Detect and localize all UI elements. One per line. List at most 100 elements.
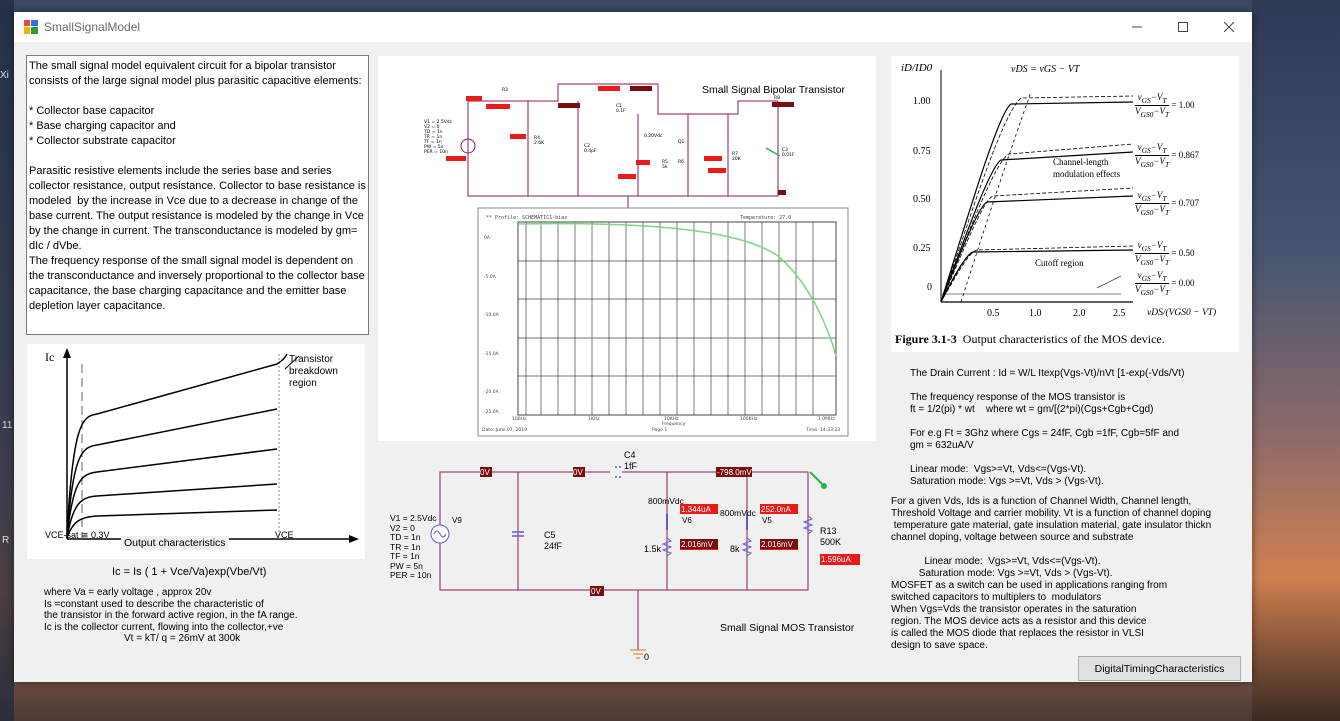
- mos-effects-label: Channel-length modulation effects: [1053, 157, 1121, 179]
- bjt-source-params: V1 = 2.5Vdc V2 = 0 TD = 1n TR = 1n TF = …: [424, 120, 453, 155]
- bjt-component-r5: R5 5k: [662, 160, 668, 170]
- minimize-button[interactable]: [1114, 12, 1160, 42]
- mos-characteristics-figure: iD/ID0 vDS = vGS − VT 1.00 0.75 0.50 0.2…: [891, 56, 1239, 352]
- mos-current-label: 252.0nA: [761, 505, 791, 514]
- desktop-right-strip: [1252, 0, 1340, 721]
- maximize-icon: [1178, 22, 1188, 32]
- mos-current-label: 1.596uA: [821, 555, 851, 564]
- mos-ground-label: 0: [644, 652, 650, 662]
- bjt-component-r4: R4 2.6K: [534, 136, 545, 146]
- mos-r-8k: 8k: [730, 544, 740, 554]
- mos-y-tick: 1.00: [913, 96, 931, 107]
- mos-x-tick: 2.0: [1073, 308, 1086, 319]
- mos-top-label: vDS = vGS − VT: [1011, 64, 1080, 75]
- bjt-y-label: Ic: [45, 350, 55, 364]
- mos-notes-3: Linear mode: Vgs>=Vt, Vds<=(Vgs-Vt). Sat…: [891, 556, 1168, 651]
- bjt-component-q1: Q1: [678, 140, 685, 145]
- mos-ratio-label: vGS−VT VGS0−VT = 0.00: [1135, 270, 1195, 297]
- main-content: The small signal model equivalent circui…: [14, 42, 1252, 682]
- mos-caption-text: Output characteristics of the MOS device…: [962, 332, 1165, 346]
- sim-y-tick: 0A: [484, 236, 490, 241]
- sim-y-tick: -5.0A: [484, 274, 496, 280]
- sim-footer-page: Page 1: [652, 428, 668, 433]
- mos-y-tick: 0.25: [913, 243, 931, 254]
- sim-footer-time: Time: 14:33:23: [806, 428, 841, 433]
- sim-x-tick: 1.0MHz: [818, 417, 835, 422]
- mos-x-tick: 2.5: [1113, 308, 1126, 319]
- svg-text:Temperature: 27.0: Temperature: 27.0: [740, 215, 791, 221]
- bjt-x-label: VCE: [275, 530, 294, 540]
- bjt-note-line: Ic is the collector current, flowing int…: [44, 621, 284, 633]
- mos-y-tick: 0.50: [913, 194, 931, 205]
- mos-v9-label: V9: [452, 516, 462, 525]
- sim-y-ticks: 0A -5.0A -10.0A -15.0A -20.0A: [484, 220, 499, 413]
- bjt-equation: Ic = Is ( 1 + Vce/Va)exp(Vbe/Vt): [112, 566, 267, 578]
- mos-circuit: 0V 0V -798.0mV 0V 1.344uA 252.0nA 1.596u…: [390, 450, 880, 676]
- minimize-icon: [1132, 26, 1142, 28]
- mos-ratio-label: vGS−VT VGS0−VT = 0.867: [1135, 142, 1199, 169]
- mos-ratio-value: = 0.707: [1171, 197, 1199, 208]
- bjt-note-line: Is =constant used to describe the charac…: [44, 598, 264, 610]
- bjt-caption: Output characteristics: [121, 536, 229, 550]
- mos-ratio-value: = 0.50: [1171, 247, 1195, 258]
- bjt-component-c2: C2 0.4pF: [584, 144, 597, 154]
- mos-voltage-label: 2.016mV: [681, 540, 714, 549]
- mos-v5-label: V5: [762, 516, 772, 525]
- mos-r13-label: R13 500K: [820, 526, 842, 547]
- sim-x-tick: 100Hz: [512, 417, 527, 422]
- app-icon: [24, 20, 38, 34]
- bjt-circuit-panel: ** Profile: SCHEMATIC1-bias Temperature:…: [378, 56, 876, 441]
- maximize-button[interactable]: [1160, 12, 1206, 42]
- app-window: SmallSignalModel The small signal model …: [14, 12, 1252, 682]
- bjt-circuit-svg: ** Profile: SCHEMATIC1-bias Temperature:…: [420, 78, 849, 437]
- desktop-label-1: Xi: [0, 70, 9, 81]
- mos-y-axis-label: iD/ID0: [901, 62, 933, 74]
- mos-notes-1: The Drain Current : Id = W/L Itexp(Vgs-V…: [910, 368, 1185, 487]
- mos-cutoff-label: Cutoff region: [1035, 258, 1084, 268]
- bjt-note-line: where Va = early voltage , approx 20v: [44, 587, 212, 598]
- mos-y-tick: 0: [927, 282, 932, 293]
- desktop-label-2: 11: [2, 420, 13, 431]
- bjt-note-line: the transistor in the forward active reg…: [44, 610, 298, 621]
- mos-ratio-label: vGS−VT VGS0−VT = 0.707: [1135, 190, 1199, 217]
- mos-v6-vdc: 800mVdc: [648, 496, 684, 506]
- bjt-notes: where Va = early voltage , approx 20v Is…: [44, 587, 297, 645]
- close-button[interactable]: [1206, 12, 1252, 42]
- sim-footer-date: Date: June 07, 2019: [482, 428, 527, 433]
- mos-current-label: 1.344uA: [681, 505, 711, 514]
- mos-r-1-5k: 1.5k: [644, 544, 662, 554]
- sim-x-label: Frequency: [662, 422, 686, 427]
- bjt-component-r7: R7 20K: [732, 152, 741, 162]
- close-icon: [1224, 22, 1234, 32]
- bjt-component-r6: R6: [678, 160, 684, 165]
- mos-v6-label: V6: [682, 516, 692, 525]
- bjt-breakdown-label: Transistor breakdown region: [289, 354, 338, 389]
- bjt-component-r3: R3: [502, 88, 508, 93]
- mos-x-tick: 1.0: [1029, 308, 1042, 319]
- mos-c4-label: C4 1fF: [624, 450, 638, 471]
- mos-node-label: 0V: [573, 468, 583, 477]
- mos-x-tick: 0.5: [987, 308, 1000, 319]
- mos-ratio-label: vGS−VT VGS0−VT = 0.50: [1135, 240, 1195, 267]
- mos-ratio-value: = 0.867: [1171, 149, 1199, 160]
- mos-x-axis-label: vDS/(VGS0 − VT): [1147, 308, 1217, 318]
- digital-timing-button[interactable]: DigitalTimingCharacteristics: [1078, 656, 1241, 681]
- mos-ratio-value: = 0.00: [1171, 277, 1195, 288]
- sim-y-tick: -10.0A: [484, 313, 499, 318]
- sim-y-tick: -20.0A: [484, 390, 499, 395]
- bjt-description-textbox[interactable]: The small signal model equivalent circui…: [26, 55, 369, 335]
- mos-caption-bold: Figure 3.1-3: [895, 332, 957, 346]
- sim-x-tick: 100KHz: [740, 417, 758, 422]
- mos-y-tick: 0.75: [913, 146, 931, 157]
- bjt-output-graph: Ic Transistor breakdown region VCE-sat ≅…: [27, 344, 365, 559]
- mos-ratio-label: vGS−VT VGS0−VT = 1.00: [1135, 92, 1195, 119]
- title-bar[interactable]: SmallSignalModel: [14, 12, 1252, 42]
- desktop-left-strip: [0, 0, 14, 721]
- mos-node-label: 0V: [480, 468, 490, 477]
- mos-source-params: V1 = 2.5Vdc V2 = 0 TD = 1n TR = 1n TF = …: [390, 513, 437, 580]
- mos-v5-vdc: 800mVdc: [720, 508, 756, 518]
- mos-ratio-value: = 1.00: [1171, 99, 1195, 110]
- mos-figure-caption: Figure 3.1-3 Output characteristics of t…: [895, 332, 1165, 347]
- mos-c5-label: C5 24fF: [544, 530, 563, 551]
- sim-y-tick: -15.0A: [484, 351, 499, 357]
